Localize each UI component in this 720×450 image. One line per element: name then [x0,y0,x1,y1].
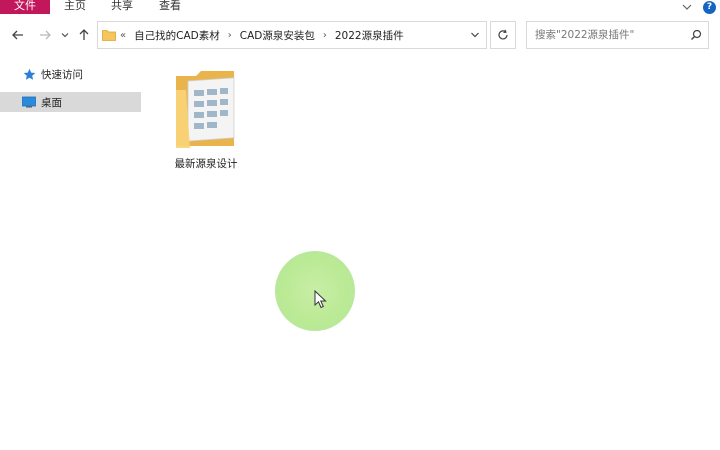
refresh-icon [498,29,508,40]
breadcrumb-item-cad-installer[interactable]: CAD源泉安装包 [240,28,315,43]
arrow-left-icon [12,30,23,40]
back-button[interactable] [10,27,26,43]
sidebar-item-quick-access[interactable]: 快速访问 [0,64,141,84]
folder-icon [174,68,240,153]
breadcrumb-overflow[interactable]: « [120,30,126,41]
tab-share[interactable]: 共享 [111,0,133,14]
star-icon [22,67,36,81]
search-input[interactable] [527,22,677,48]
sidebar-item-desktop[interactable]: 桌面 [0,92,141,112]
breadcrumb: « 自己找的CAD素材 › CAD源泉安装包 › 2022源泉插件 [120,22,404,48]
address-history-dropdown[interactable] [470,30,480,43]
chevron-down-icon [471,32,479,38]
up-button[interactable] [76,27,92,43]
list-item[interactable]: 最新源泉设计 [166,66,246,170]
ribbon-tab-bar: 文件 主页 共享 查看 ? [0,0,720,16]
mouse-cursor-icon [314,289,328,313]
folder-name: 最新源泉设计 [174,158,238,170]
forward-button[interactable] [37,27,53,43]
chevron-right-icon[interactable]: › [228,30,232,41]
arrow-up-icon [79,29,89,40]
file-list: 最新源泉设计 [142,60,720,450]
navigation-bar: « 自己找的CAD素材 › CAD源泉安装包 › 2022源泉插件 [0,17,720,55]
tab-file[interactable]: 文件 [0,0,50,14]
folder-icon [102,29,116,44]
breadcrumb-item-2022-plugin[interactable]: 2022源泉插件 [335,28,404,43]
chevron-right-icon[interactable]: › [323,30,327,41]
expand-ribbon-icon[interactable] [681,1,693,13]
arrow-right-icon [40,30,51,40]
search-icon[interactable] [690,29,702,44]
navigation-pane: 快速访问 桌面 [0,60,142,450]
sidebar-item-label: 快速访问 [41,68,83,81]
help-icon[interactable]: ? [703,0,716,14]
ribbon-controls: ? [681,0,716,14]
refresh-button[interactable] [490,21,516,49]
breadcrumb-item-cad-materials[interactable]: 自己找的CAD素材 [134,28,220,43]
tab-view[interactable]: 查看 [159,0,181,14]
desktop-icon [22,95,36,109]
recent-locations-button[interactable] [60,27,70,43]
tab-home[interactable]: 主页 [64,0,86,14]
search-box [526,21,709,49]
address-bar[interactable]: « 自己找的CAD素材 › CAD源泉安装包 › 2022源泉插件 [97,21,487,49]
chevron-down-icon [61,33,69,38]
sidebar-item-label: 桌面 [41,96,62,109]
